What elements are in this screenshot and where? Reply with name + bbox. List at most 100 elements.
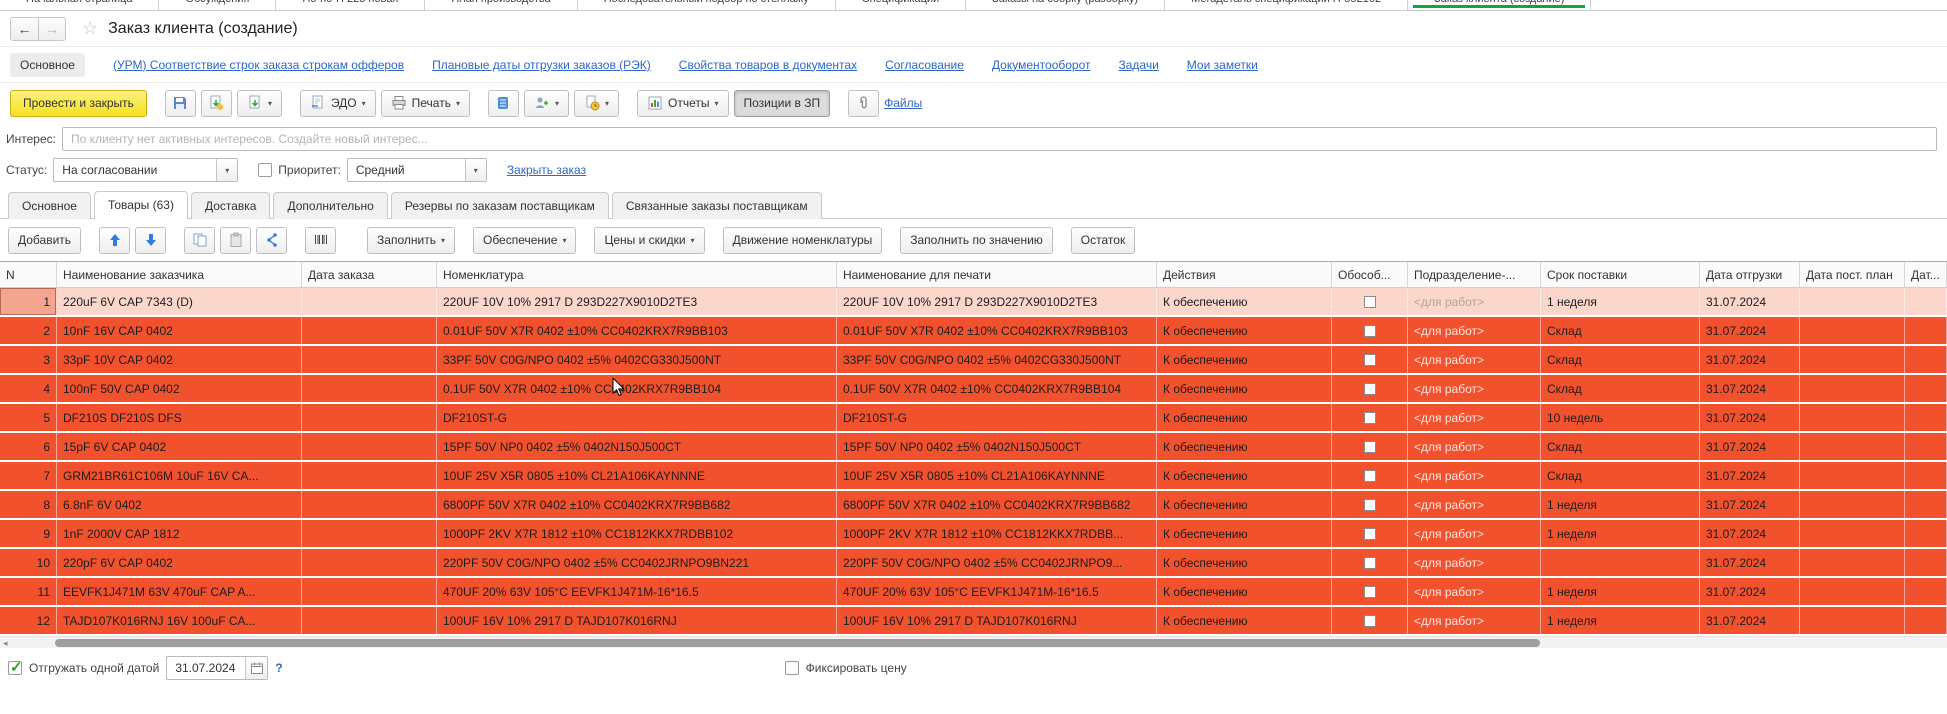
chevron-down-icon[interactable]: ▾ (216, 159, 237, 181)
separate-checkbox[interactable] (1364, 325, 1376, 337)
table-row[interactable]: 333pF 10V CAP 040233PF 50V C0G/NPO 0402 … (0, 346, 1947, 375)
separate-checkbox[interactable] (1364, 441, 1376, 453)
separate-checkbox[interactable] (1364, 296, 1376, 308)
nav-link[interactable]: Документооборот (992, 58, 1091, 72)
interest-input[interactable] (62, 127, 1937, 151)
horizontal-scrollbar[interactable]: ◂ (0, 636, 1947, 648)
fix-price-checkbox[interactable] (785, 661, 799, 675)
top-tab[interactable]: План производства (425, 0, 577, 11)
top-tab[interactable]: Начальная страница (0, 0, 159, 11)
separate-checkbox[interactable] (1364, 528, 1376, 540)
table-row[interactable]: 210nF 16V CAP 04020.01UF 50V X7R 0402 ±1… (0, 317, 1947, 346)
favorite-star-icon[interactable]: ☆ (82, 18, 98, 39)
table-row[interactable]: 1220uF 6V CAP 7343 (D)220UF 10V 10% 2917… (0, 288, 1947, 317)
post-and-close-button[interactable]: Провести и закрыть (10, 90, 147, 117)
table-row[interactable]: 11EEVFK1J471M 63V 470uF CAP A...470UF 20… (0, 578, 1947, 607)
fill-by-value-button[interactable]: Заполнить по значению (900, 227, 1053, 254)
reports-button[interactable]: Отчеты ▾ (637, 90, 729, 117)
movement-button[interactable]: Движение номенклатуры (723, 227, 883, 254)
help-link[interactable]: ? (275, 661, 282, 675)
column-header-department[interactable]: Подразделение-... (1408, 262, 1541, 287)
nav-link[interactable]: (УРМ) Соответствие строк заказа строкам … (113, 58, 404, 72)
top-tab[interactable]: Но-но-Н 223 новая (276, 0, 425, 11)
doc-tab[interactable]: Основное (8, 192, 91, 219)
column-header-separate[interactable]: Обособ... (1332, 262, 1408, 287)
priority-select[interactable]: Средний ▾ (347, 158, 487, 182)
status-select[interactable]: На согласовании ▾ (53, 158, 238, 182)
column-header-term[interactable]: Срок поставки (1541, 262, 1700, 287)
doc-tab[interactable]: Связанные заказы поставщикам (612, 192, 822, 219)
copy-button[interactable] (184, 227, 215, 254)
ship-single-date-checkbox[interactable] (8, 661, 22, 675)
separate-checkbox[interactable] (1364, 615, 1376, 627)
table-row[interactable]: 615pF 6V CAP 040215PF 50V NP0 0402 ±5% 0… (0, 433, 1947, 462)
top-tab[interactable]: Обсуждения (159, 0, 276, 11)
separate-checkbox[interactable] (1364, 557, 1376, 569)
reminder-button[interactable]: ▾ (574, 90, 619, 117)
column-header-actions[interactable]: Действия (1157, 262, 1332, 287)
table-row[interactable]: 12TAJD107K016RNJ 16V 100uF CA...100UF 16… (0, 607, 1947, 636)
back-button[interactable]: ← (11, 18, 38, 40)
edo-button[interactable]: ЭДО ▾ (300, 90, 376, 117)
column-header-order_date[interactable]: Дата заказа (302, 262, 437, 287)
table-row[interactable]: 7GRM21BR61C106M 10uF 16V CA...10UF 25V X… (0, 462, 1947, 491)
remainder-button[interactable]: Остаток (1071, 227, 1135, 254)
doc-tab[interactable]: Резервы по заказам поставщикам (391, 192, 609, 219)
barcode-scan-button[interactable] (305, 227, 336, 254)
nav-link[interactable]: Мои заметки (1187, 58, 1258, 72)
paste-button[interactable] (220, 227, 251, 254)
calendar-button[interactable] (245, 657, 267, 679)
ship-date-field[interactable]: 31.07.2024 (166, 656, 268, 680)
positions-zp-button[interactable]: Позиции в ЗП (734, 90, 831, 117)
nav-link[interactable]: Согласование (885, 58, 964, 72)
column-header-customer[interactable]: Наименование заказчика (57, 262, 302, 287)
split-button[interactable] (256, 227, 287, 254)
table-row[interactable]: 4100nF 50V CAP 04020.1UF 50V X7R 0402 ±1… (0, 375, 1947, 404)
top-tab[interactable]: Мегадеталь спецификации Н-552162 (1165, 0, 1408, 11)
forward-button[interactable]: → (38, 18, 65, 40)
column-header-ship_date[interactable]: Дата отгрузки (1700, 262, 1800, 287)
print-button[interactable]: Печать ▾ (381, 90, 470, 117)
save-button[interactable] (165, 90, 196, 117)
structure-button[interactable] (488, 90, 519, 117)
separate-checkbox[interactable] (1364, 499, 1376, 511)
separate-checkbox[interactable] (1364, 470, 1376, 482)
top-tab[interactable]: Заказ клиента (создание) (1408, 0, 1591, 11)
chevron-down-icon[interactable]: ▾ (465, 159, 486, 181)
table-row[interactable]: 86.8nF 6V 04026800PF 50V X7R 0402 ±10% C… (0, 491, 1947, 520)
column-header-plan_date[interactable]: Дата пост. план (1800, 262, 1905, 287)
files-link[interactable]: Файлы (884, 96, 922, 110)
table-row[interactable]: 10220pF 6V CAP 0402220PF 50V C0G/NPO 040… (0, 549, 1947, 578)
move-down-button[interactable] (135, 227, 166, 254)
separate-checkbox[interactable] (1364, 354, 1376, 366)
separate-checkbox[interactable] (1364, 586, 1376, 598)
attachments-button[interactable] (848, 90, 879, 117)
assignees-button[interactable]: ▾ (524, 90, 569, 117)
column-header-last[interactable]: Дат... (1905, 262, 1947, 287)
separate-checkbox[interactable] (1364, 412, 1376, 424)
column-header-print_name[interactable]: Наименование для печати (837, 262, 1157, 287)
column-header-nomenclature[interactable]: Номенклатура (437, 262, 837, 287)
top-tab[interactable]: Заказы на сборку (разборку) (966, 0, 1165, 11)
column-header-n[interactable]: N (0, 262, 57, 287)
top-tab[interactable]: Спецификации (836, 0, 966, 11)
prices-discounts-button[interactable]: Цены и скидки ▾ (594, 227, 704, 254)
post-document-button[interactable] (201, 90, 232, 117)
top-tab[interactable]: Последовательный подбор по стеллажу (578, 0, 836, 11)
separate-checkbox[interactable] (1364, 383, 1376, 395)
doc-tab[interactable]: Товары (63) (94, 191, 188, 219)
table-row[interactable]: 91nF 2000V CAP 18121000PF 2KV X7R 1812 ±… (0, 520, 1947, 549)
status-checkbox[interactable] (258, 163, 272, 177)
nav-link[interactable]: Плановые даты отгрузки заказов (РЭК) (432, 58, 651, 72)
nav-main-chip[interactable]: Основное (10, 53, 85, 77)
nav-link[interactable]: Свойства товаров в документах (679, 58, 857, 72)
table-row[interactable]: 5DF210S DF210S DFSDF210ST-GDF210ST-GК об… (0, 404, 1947, 433)
fill-button[interactable]: Заполнить ▾ (367, 227, 455, 254)
supply-button[interactable]: Обеспечение ▾ (473, 227, 576, 254)
add-row-button[interactable]: Добавить (8, 227, 81, 254)
scrollbar-thumb[interactable] (55, 639, 1540, 647)
doc-tab[interactable]: Доставка (191, 192, 271, 219)
post-menu-button[interactable]: ▾ (237, 90, 282, 117)
doc-tab[interactable]: Дополнительно (273, 192, 387, 219)
nav-link[interactable]: Задачи (1119, 58, 1159, 72)
